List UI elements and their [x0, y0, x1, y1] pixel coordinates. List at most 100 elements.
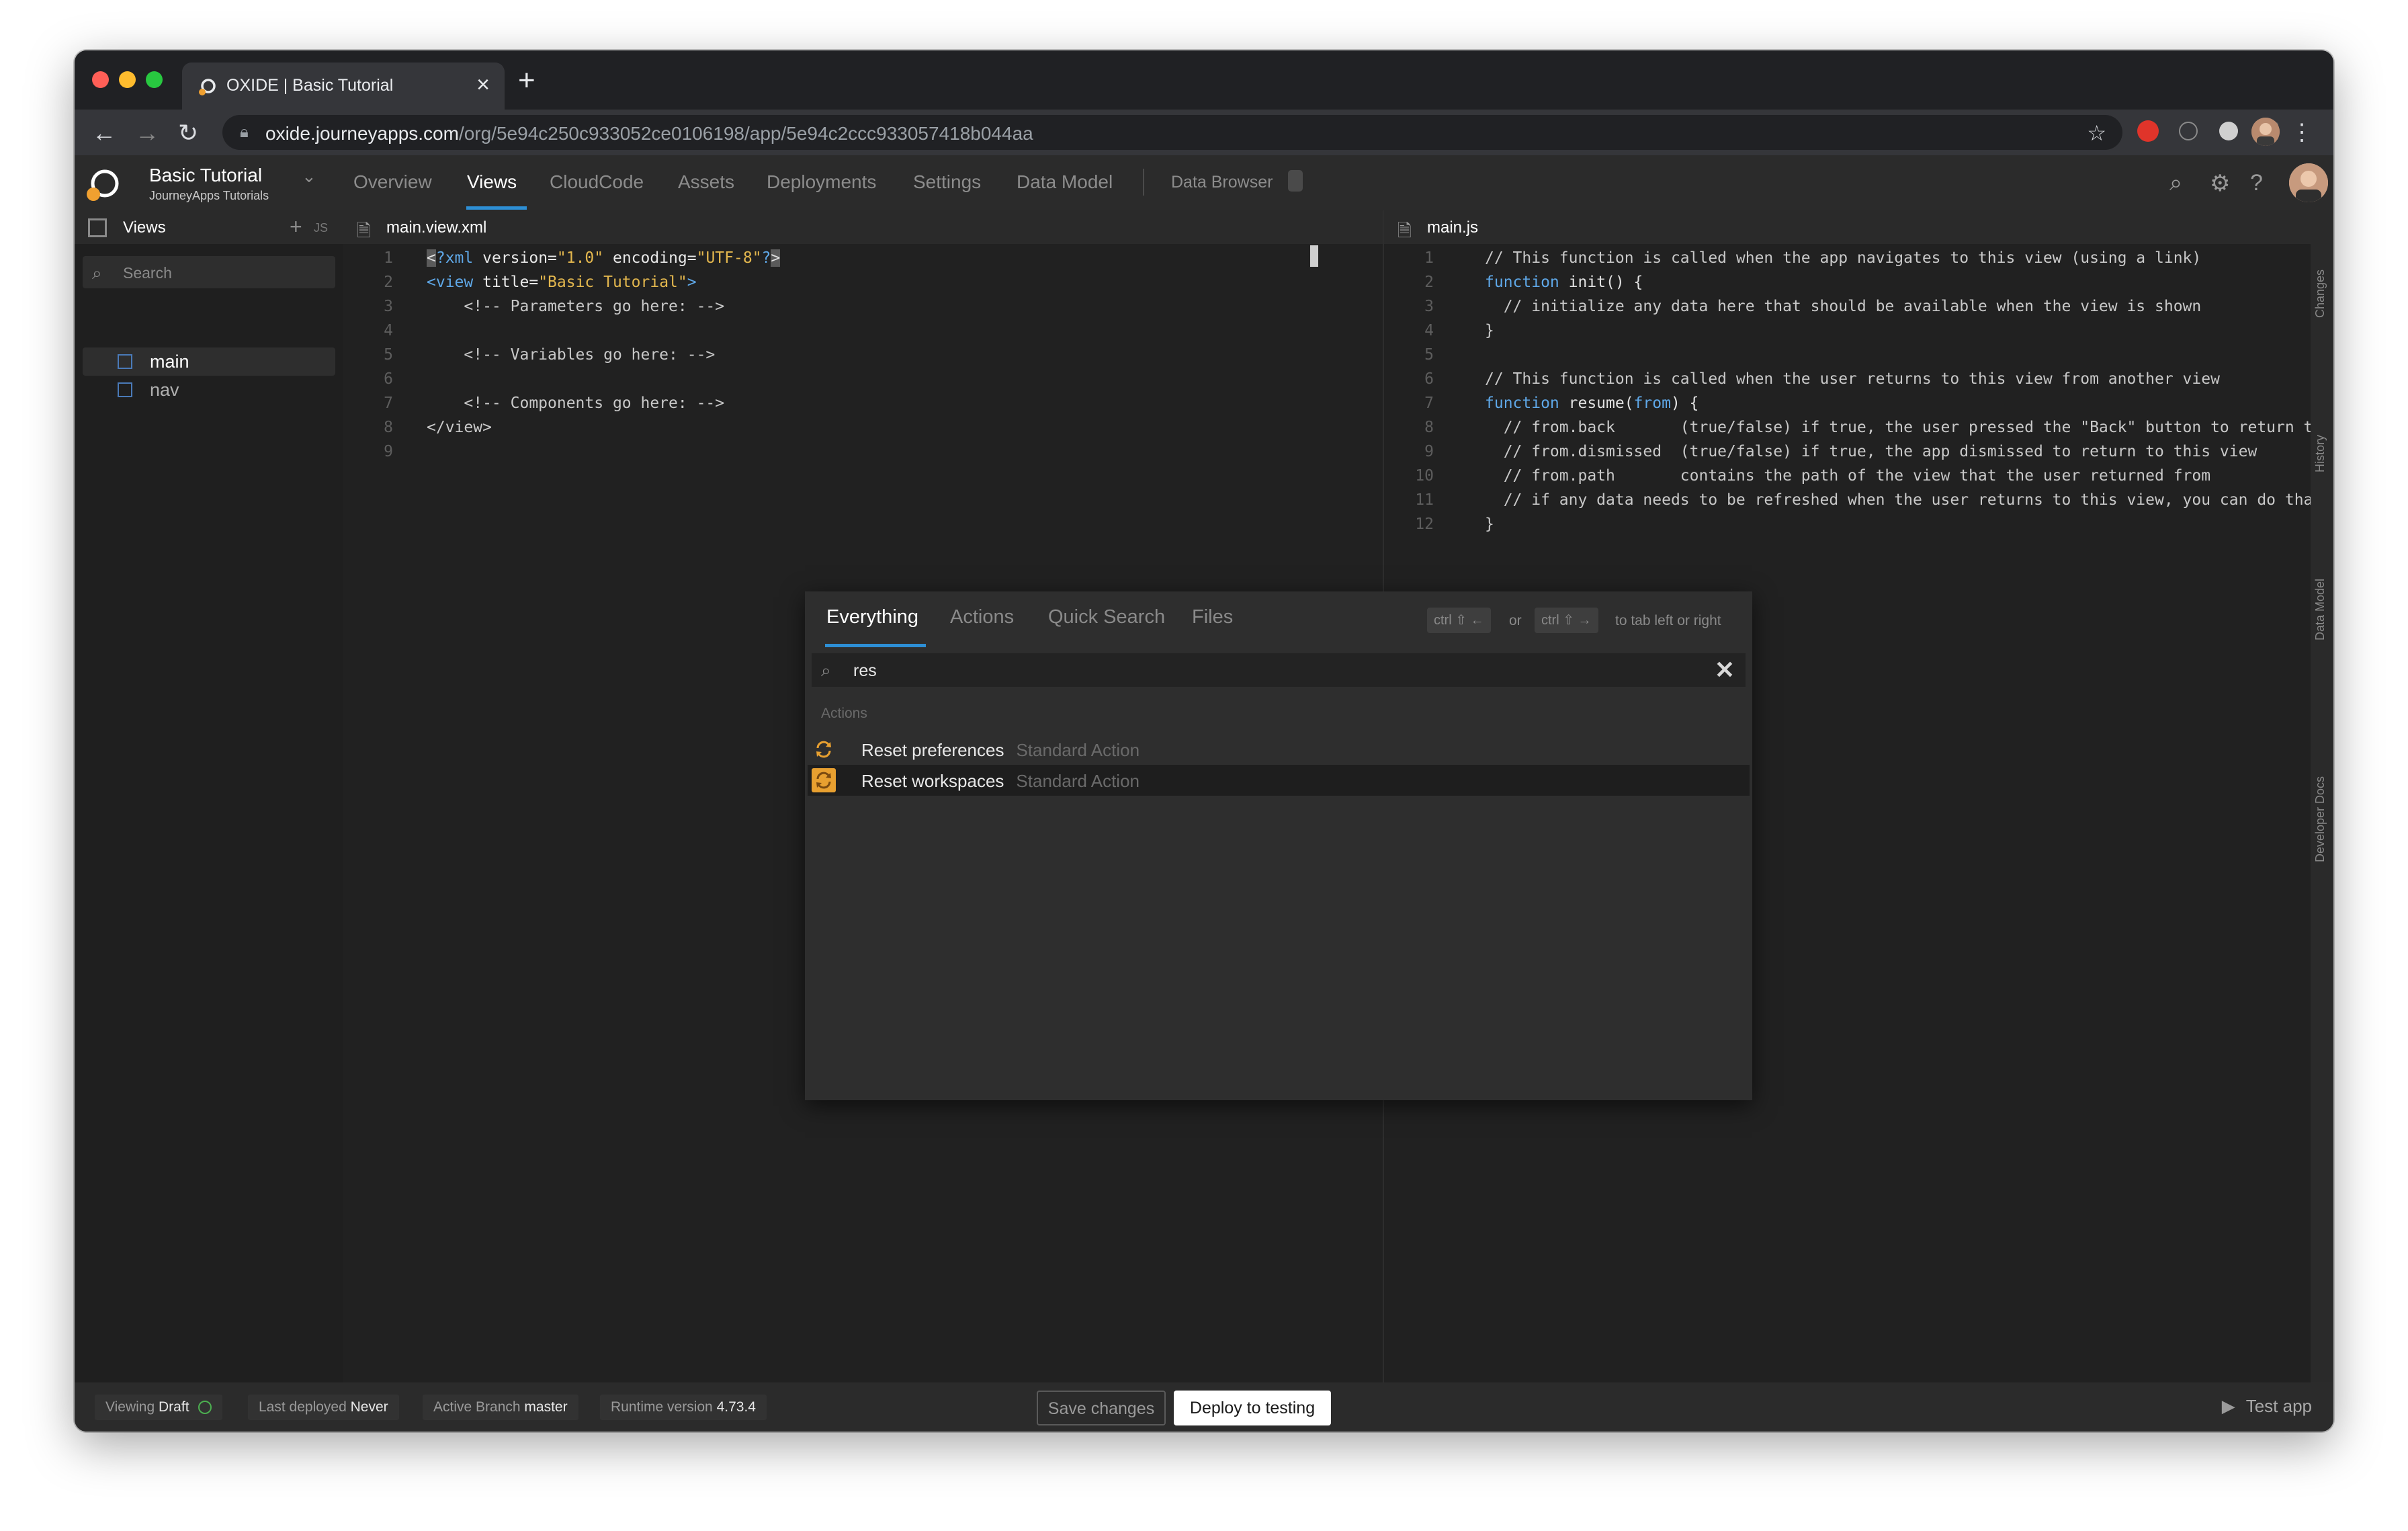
runtime-version-status[interactable]: Runtime version 4.73.4 — [600, 1395, 767, 1420]
tab-data-browser[interactable]: Data Browser — [1171, 173, 1273, 192]
gear-icon[interactable]: ⚙ — [2210, 170, 2230, 197]
minimize-window-button[interactable] — [119, 71, 136, 88]
code-line: // from.back (true/false) if true, the u… — [1485, 419, 2311, 436]
shortcut-hint: to tab left or right — [1615, 613, 1721, 628]
palette-tab-actions[interactable]: Actions — [950, 606, 1014, 628]
result-label: Reset workspaces Standard Action — [861, 771, 1140, 791]
lock-icon: 🔒︎ — [240, 123, 249, 141]
reload-icon[interactable]: ↻ — [178, 119, 198, 147]
file-icon: 🗎︎ — [1398, 220, 1412, 241]
search-placeholder: Search — [123, 264, 172, 282]
sidebar-title: Views — [123, 218, 166, 237]
editor-scrollbar[interactable] — [1310, 245, 1318, 267]
maximize-window-button[interactable] — [146, 71, 163, 88]
tab-overview[interactable]: Overview — [353, 171, 432, 193]
search-icon: ⌕ — [821, 660, 831, 680]
add-js-button[interactable]: JS — [314, 221, 328, 235]
views-search-input[interactable]: ⌕ Search — [83, 256, 335, 288]
browser-menu-icon[interactable]: ⋮ — [2290, 119, 2313, 146]
search-icon: ⌕ — [92, 263, 102, 283]
changes-panel-tab[interactable]: Changes — [2313, 270, 2327, 318]
developer-docs-panel-tab[interactable]: Developer Docs — [2313, 776, 2327, 862]
code-line: } — [1485, 515, 1494, 533]
code-line: // This function is called when the app … — [1485, 249, 2202, 267]
browser-toolbar: ← → ↻ 🔒︎ oxide.journeyapps.com/org/5e94c… — [75, 110, 2333, 155]
add-view-button[interactable]: + — [290, 214, 302, 239]
tab-deployments[interactable]: Deployments — [767, 171, 876, 193]
command-palette: Everything Actions Quick Search Files ct… — [805, 591, 1752, 1100]
database-icon — [1288, 170, 1303, 192]
sidebar-item-main[interactable]: main — [83, 347, 335, 376]
search-icon[interactable]: ⌕ — [2169, 170, 2182, 196]
sidebar-header: Views + JS — [75, 210, 343, 244]
clear-search-icon[interactable]: ✕ — [1715, 656, 1735, 684]
js-filename: main.js — [1427, 218, 1479, 237]
code-line: // from.path contains the path of the vi… — [1485, 467, 2211, 485]
refresh-action-icon — [812, 737, 836, 761]
history-panel-tab[interactable]: History — [2313, 435, 2327, 472]
help-icon[interactable]: ? — [2250, 170, 2263, 196]
palette-tab-everything[interactable]: Everything — [826, 606, 918, 628]
bookmark-star-icon[interactable]: ☆ — [2087, 120, 2106, 146]
tab-settings[interactable]: Settings — [913, 171, 981, 193]
shortcut-or: or — [1509, 613, 1522, 628]
extension-info-icon[interactable] — [2179, 122, 2198, 140]
url-text: oxide.journeyapps.com/org/5e94c250c93305… — [265, 123, 1033, 144]
palette-tab-quick-search[interactable]: Quick Search — [1048, 606, 1165, 628]
oxide-logo-icon[interactable] — [84, 167, 122, 205]
app-header: Basic Tutorial JourneyApps Tutorials ⌄ O… — [75, 155, 2333, 210]
active-tab-indicator — [466, 206, 527, 210]
draft-status-icon — [198, 1401, 212, 1415]
tab-cloudcode[interactable]: CloudCode — [550, 171, 644, 193]
status-bar: Viewing Draft Last deployed Never Active… — [75, 1382, 2333, 1432]
address-bar[interactable]: 🔒︎ oxide.journeyapps.com/org/5e94c250c93… — [222, 115, 2122, 150]
browser-window: OXIDE | Basic Tutorial × + ← → ↻ 🔒︎ oxid… — [75, 50, 2333, 1432]
code-line: <?xml version="1.0" encoding="UTF-8"?> — [427, 249, 781, 267]
deploy-to-testing-button[interactable]: Deploy to testing — [1174, 1391, 1331, 1425]
extension-gear-icon[interactable] — [2219, 122, 2238, 140]
close-window-button[interactable] — [92, 71, 109, 88]
palette-active-tab-indicator — [825, 644, 926, 647]
shortcut-key-left: ctrl ⇧ ← — [1427, 608, 1491, 633]
views-sidebar: Views + JS ⌕ Search main nav — [75, 210, 343, 1382]
sidebar-item-nav[interactable]: nav — [83, 376, 335, 404]
save-changes-button[interactable]: Save changes — [1037, 1391, 1166, 1425]
code-line: function resume(from) { — [1485, 395, 1699, 412]
project-org: JourneyApps Tutorials — [149, 189, 269, 202]
code-line: // This function is called when the user… — [1485, 370, 2220, 388]
project-switcher-chevron-icon[interactable]: ⌄ — [302, 166, 316, 187]
last-deployed-status: Last deployed Never — [248, 1395, 399, 1420]
viewing-status[interactable]: Viewing Draft — [95, 1395, 223, 1420]
forward-icon[interactable]: → — [135, 119, 159, 147]
extension-stop-icon[interactable] — [2137, 120, 2159, 142]
shortcut-key-right: ctrl ⇧ → — [1535, 608, 1598, 633]
palette-tab-files[interactable]: Files — [1192, 606, 1233, 628]
project-title[interactable]: Basic Tutorial — [149, 165, 262, 186]
view-file-icon — [118, 354, 132, 369]
test-app-button[interactable]: ▶ Test app — [2222, 1396, 2312, 1417]
result-reset-preferences[interactable]: Reset preferences Standard Action — [808, 734, 1750, 765]
back-icon[interactable]: ← — [92, 119, 116, 147]
tab-assets[interactable]: Assets — [678, 171, 734, 193]
result-reset-workspaces[interactable]: Reset workspaces Standard Action — [808, 765, 1750, 796]
refresh-action-icon — [812, 768, 836, 792]
code-line: <view title="Basic Tutorial"> — [427, 274, 697, 291]
active-branch-status[interactable]: Active Branch master — [423, 1395, 578, 1420]
tab-data-model[interactable]: Data Model — [1017, 171, 1113, 193]
oxide-favicon-icon — [199, 79, 216, 95]
browser-tab[interactable]: OXIDE | Basic Tutorial × — [182, 63, 505, 110]
tab-close-icon[interactable]: × — [476, 72, 490, 98]
side-panel-strip: Changes History Data Model Developer Doc… — [2311, 210, 2333, 1382]
user-avatar[interactable] — [2289, 163, 2328, 202]
code-line: } — [1485, 322, 1494, 339]
code-line: <!-- Components go here: --> — [427, 395, 725, 412]
palette-search-input[interactable]: ⌕ res ✕ — [812, 653, 1746, 687]
browser-profile-avatar[interactable] — [2251, 118, 2280, 146]
code-line: // from.dismissed (true/false) if true, … — [1485, 443, 2258, 460]
new-tab-button[interactable]: + — [518, 64, 535, 97]
tab-views[interactable]: Views — [467, 171, 517, 193]
browser-titlebar: OXIDE | Basic Tutorial × + — [75, 50, 2333, 110]
data-model-panel-tab[interactable]: Data Model — [2313, 579, 2327, 640]
sidebar-item-label: main — [150, 351, 189, 372]
code-line: <!-- Parameters go here: --> — [427, 298, 725, 315]
